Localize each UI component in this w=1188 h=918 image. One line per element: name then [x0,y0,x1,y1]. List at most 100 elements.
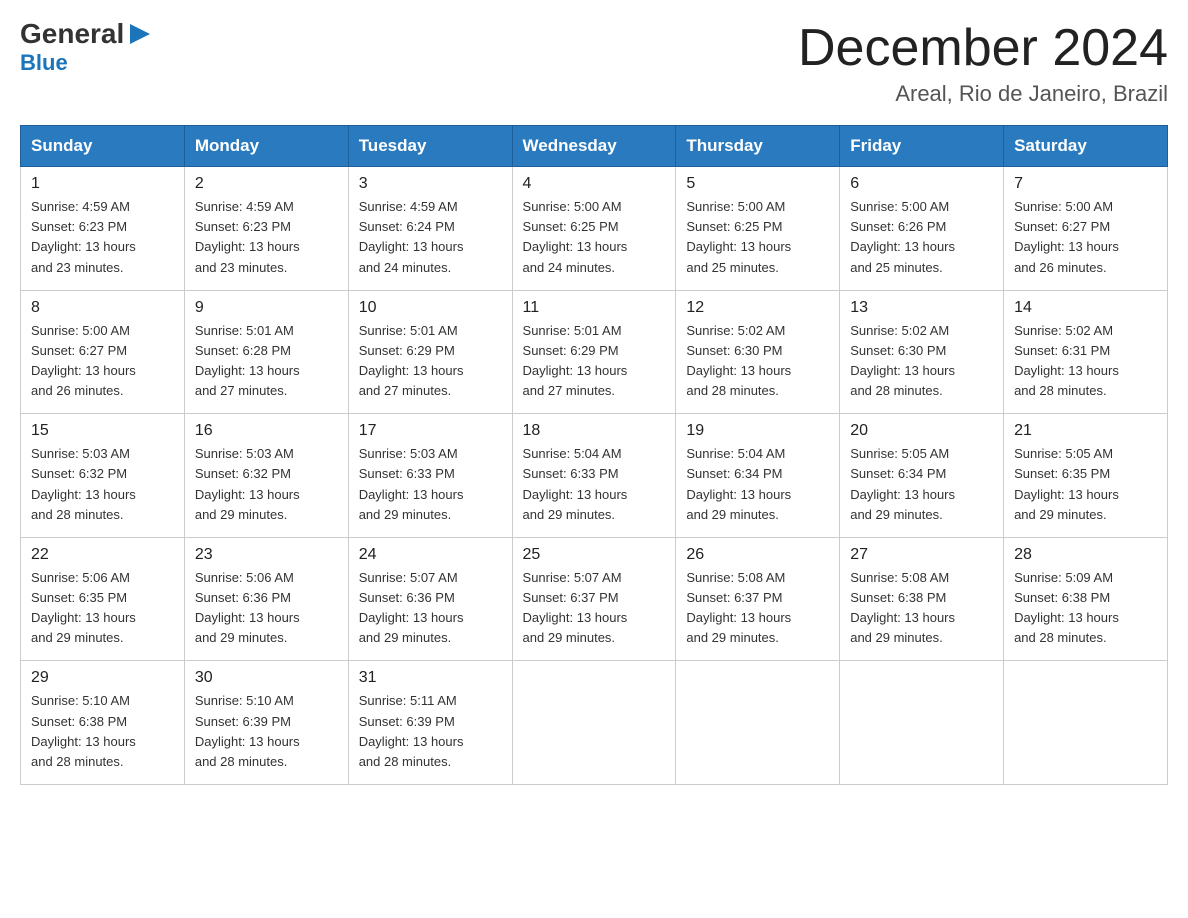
logo: General Blue [20,20,154,76]
day-number: 16 [195,422,338,440]
calendar-day-cell: 22Sunrise: 5:06 AMSunset: 6:35 PMDayligh… [21,537,185,661]
day-detail: Sunrise: 4:59 AMSunset: 6:24 PMDaylight:… [359,197,502,278]
calendar-day-cell: 23 Sunrise: 5:06 AMSunset: 6:36 PMDayligh… [184,537,348,661]
day-detail: Sunrise: 5:11 AMSunset: 6:39 PMDaylight:… [359,691,502,772]
day-detail: Sunrise: 5:02 AMSunset: 6:31 PMDaylight:… [1014,321,1157,402]
day-detail: Sunrise: 5:00 AMSunset: 6:27 PMDaylight:… [1014,197,1157,278]
day-detail: Sunrise: 4:59 AMSunset: 6:23 PMDaylight:… [31,197,174,278]
calendar-day-cell: 29 Sunrise: 5:10 AMSunset: 6:38 PMDayligh… [21,661,185,785]
day-detail: Sunrise: 5:04 AMSunset: 6:33 PMDaylight:… [523,444,666,525]
day-number: 14 [1014,299,1157,317]
day-number: 8 [31,299,174,317]
day-detail: Sunrise: 5:10 AMSunset: 6:38 PMDaylight:… [31,691,174,772]
calendar-week-row: 29 Sunrise: 5:10 AMSunset: 6:38 PMDayligh… [21,661,1168,785]
day-detail: Sunrise: 4:59 AMSunset: 6:23 PMDaylight:… [195,197,338,278]
calendar-day-cell: 30 Sunrise: 5:10 AMSunset: 6:39 PMDayligh… [184,661,348,785]
calendar-day-cell: 1 Sunrise: 4:59 AMSunset: 6:23 PMDaylight… [21,167,185,291]
day-detail: Sunrise: 5:04 AMSunset: 6:34 PMDaylight:… [686,444,829,525]
calendar-day-cell: 14 Sunrise: 5:02 AMSunset: 6:31 PMDayligh… [1004,290,1168,414]
calendar-week-row: 15 Sunrise: 5:03 AMSunset: 6:32 PMDayligh… [21,414,1168,538]
day-number: 3 [359,175,502,193]
day-detail: Sunrise: 5:02 AMSunset: 6:30 PMDaylight:… [686,321,829,402]
calendar-day-cell: 12 Sunrise: 5:02 AMSunset: 6:30 PMDayligh… [676,290,840,414]
day-number: 19 [686,422,829,440]
day-detail: Sunrise: 5:03 AMSunset: 6:33 PMDaylight:… [359,444,502,525]
page-header: General Blue December 2024 Areal, Rio de… [20,20,1168,107]
calendar-day-cell: 17Sunrise: 5:03 AMSunset: 6:33 PMDayligh… [348,414,512,538]
day-detail: Sunrise: 5:05 AMSunset: 6:34 PMDaylight:… [850,444,993,525]
calendar-day-cell: 8 Sunrise: 5:00 AMSunset: 6:27 PMDaylight… [21,290,185,414]
day-detail: Sunrise: 5:10 AMSunset: 6:39 PMDaylight:… [195,691,338,772]
day-detail: Sunrise: 5:07 AMSunset: 6:36 PMDaylight:… [359,568,502,649]
calendar-day-cell: 16Sunrise: 5:03 AMSunset: 6:32 PMDayligh… [184,414,348,538]
day-detail: Sunrise: 5:02 AMSunset: 6:30 PMDaylight:… [850,321,993,402]
calendar-day-cell: 9Sunrise: 5:01 AMSunset: 6:28 PMDaylight… [184,290,348,414]
day-detail: Sunrise: 5:00 AMSunset: 6:25 PMDaylight:… [523,197,666,278]
day-number: 23 [195,546,338,564]
day-number: 20 [850,422,993,440]
calendar-day-cell: 5 Sunrise: 5:00 AMSunset: 6:25 PMDaylight… [676,167,840,291]
calendar-day-cell: 3 Sunrise: 4:59 AMSunset: 6:24 PMDaylight… [348,167,512,291]
day-number: 1 [31,175,174,193]
day-number: 5 [686,175,829,193]
day-number: 2 [195,175,338,193]
calendar-day-cell [676,661,840,785]
day-number: 27 [850,546,993,564]
calendar-day-cell: 13 Sunrise: 5:02 AMSunset: 6:30 PMDayligh… [840,290,1004,414]
day-number: 6 [850,175,993,193]
calendar-day-cell: 25 Sunrise: 5:07 AMSunset: 6:37 PMDayligh… [512,537,676,661]
day-number: 25 [523,546,666,564]
day-detail: Sunrise: 5:01 AMSunset: 6:29 PMDaylight:… [523,321,666,402]
title-block: December 2024 Areal, Rio de Janeiro, Bra… [798,20,1168,107]
calendar-week-row: 22Sunrise: 5:06 AMSunset: 6:35 PMDayligh… [21,537,1168,661]
logo-general-text: General [20,20,124,48]
day-detail: Sunrise: 5:01 AMSunset: 6:29 PMDaylight:… [359,321,502,402]
calendar-day-cell: 19 Sunrise: 5:04 AMSunset: 6:34 PMDayligh… [676,414,840,538]
calendar-day-cell: 26 Sunrise: 5:08 AMSunset: 6:37 PMDayligh… [676,537,840,661]
day-detail: Sunrise: 5:07 AMSunset: 6:37 PMDaylight:… [523,568,666,649]
day-detail: Sunrise: 5:06 AMSunset: 6:36 PMDaylight:… [195,568,338,649]
header-thursday: Thursday [676,126,840,167]
day-number: 10 [359,299,502,317]
day-detail: Sunrise: 5:03 AMSunset: 6:32 PMDaylight:… [31,444,174,525]
calendar-day-cell: 7 Sunrise: 5:00 AMSunset: 6:27 PMDaylight… [1004,167,1168,291]
calendar-day-cell: 27Sunrise: 5:08 AMSunset: 6:38 PMDayligh… [840,537,1004,661]
calendar-day-cell [1004,661,1168,785]
calendar-table: Sunday Monday Tuesday Wednesday Thursday… [20,125,1168,785]
calendar-day-cell [840,661,1004,785]
calendar-day-cell: 28Sunrise: 5:09 AMSunset: 6:38 PMDayligh… [1004,537,1168,661]
calendar-header-row: Sunday Monday Tuesday Wednesday Thursday… [21,126,1168,167]
day-number: 7 [1014,175,1157,193]
calendar-day-cell: 21Sunrise: 5:05 AMSunset: 6:35 PMDayligh… [1004,414,1168,538]
day-number: 24 [359,546,502,564]
calendar-title: December 2024 [798,20,1168,77]
day-number: 18 [523,422,666,440]
day-detail: Sunrise: 5:00 AMSunset: 6:27 PMDaylight:… [31,321,174,402]
header-friday: Friday [840,126,1004,167]
calendar-week-row: 8 Sunrise: 5:00 AMSunset: 6:27 PMDaylight… [21,290,1168,414]
day-detail: Sunrise: 5:00 AMSunset: 6:25 PMDaylight:… [686,197,829,278]
day-number: 13 [850,299,993,317]
day-detail: Sunrise: 5:06 AMSunset: 6:35 PMDaylight:… [31,568,174,649]
logo-blue-text: Blue [20,50,68,76]
day-detail: Sunrise: 5:08 AMSunset: 6:37 PMDaylight:… [686,568,829,649]
calendar-day-cell: 11 Sunrise: 5:01 AMSunset: 6:29 PMDayligh… [512,290,676,414]
day-number: 12 [686,299,829,317]
day-number: 29 [31,669,174,687]
day-number: 26 [686,546,829,564]
day-number: 30 [195,669,338,687]
day-number: 11 [523,299,666,317]
logo-arrow-icon [126,20,154,48]
day-number: 4 [523,175,666,193]
day-detail: Sunrise: 5:01 AMSunset: 6:28 PMDaylight:… [195,321,338,402]
calendar-day-cell: 10 Sunrise: 5:01 AMSunset: 6:29 PMDayligh… [348,290,512,414]
day-number: 15 [31,422,174,440]
calendar-day-cell: 20 Sunrise: 5:05 AMSunset: 6:34 PMDayligh… [840,414,1004,538]
header-sunday: Sunday [21,126,185,167]
header-saturday: Saturday [1004,126,1168,167]
calendar-subtitle: Areal, Rio de Janeiro, Brazil [798,81,1168,107]
header-wednesday: Wednesday [512,126,676,167]
calendar-week-row: 1 Sunrise: 4:59 AMSunset: 6:23 PMDaylight… [21,167,1168,291]
day-number: 28 [1014,546,1157,564]
calendar-day-cell: 6Sunrise: 5:00 AMSunset: 6:26 PMDaylight… [840,167,1004,291]
